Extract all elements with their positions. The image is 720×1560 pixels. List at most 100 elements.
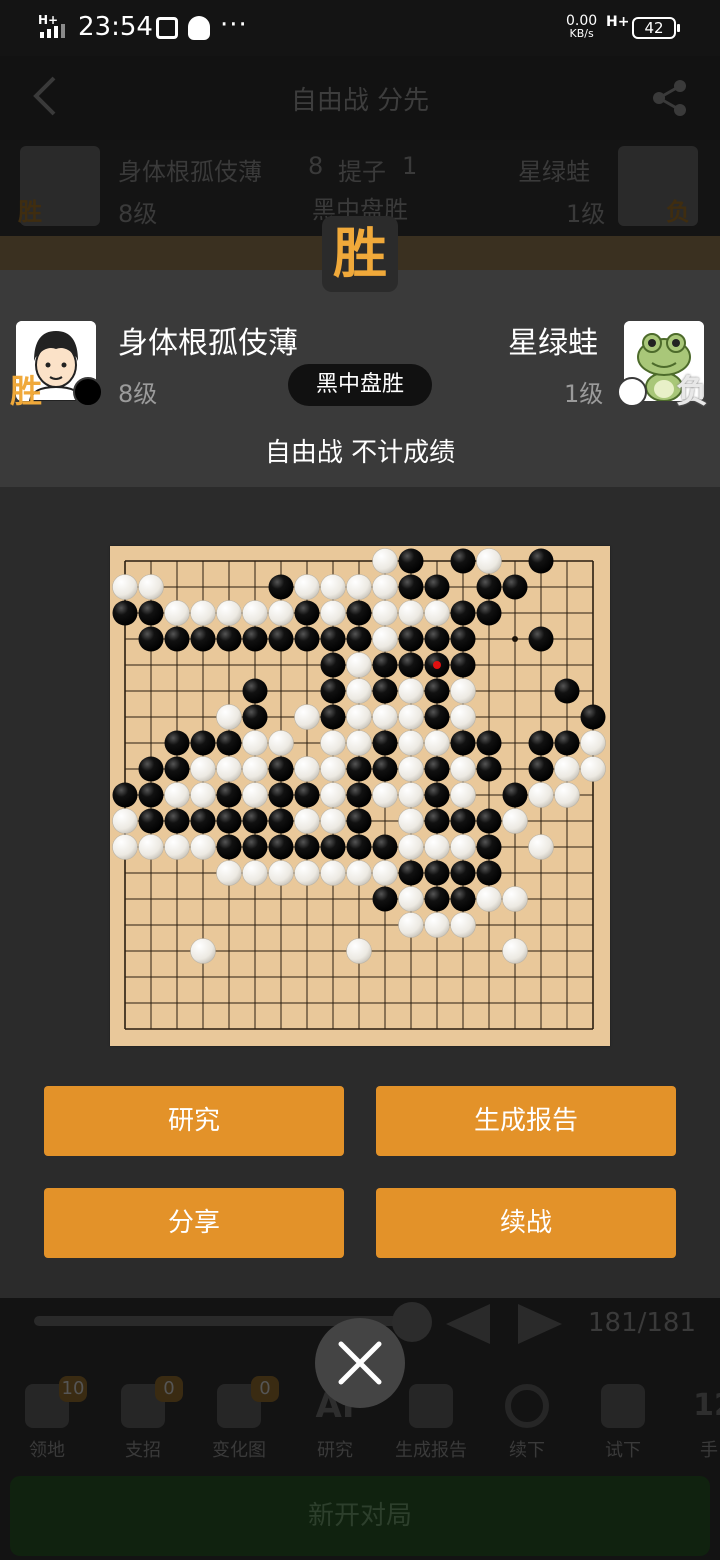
tool-variation[interactable]: 0 变化图 <box>199 1376 279 1462</box>
network-type-2: H+ <box>606 14 630 30</box>
white-stone <box>320 860 346 886</box>
black-stone <box>476 600 502 626</box>
black-stone <box>346 600 372 626</box>
last-move-marker <box>433 661 441 669</box>
try-icon <box>601 1384 645 1428</box>
white-stone <box>164 834 190 860</box>
black-stone <box>216 834 242 860</box>
black-stone <box>320 834 346 860</box>
result-tag: 胜 <box>18 198 42 226</box>
white-stone <box>138 834 164 860</box>
player-rank: 1级 <box>566 200 606 228</box>
white-stone <box>190 834 216 860</box>
white-stone <box>398 912 424 938</box>
black-stone <box>398 626 424 652</box>
tool-try[interactable]: 试下 <box>583 1378 663 1462</box>
black-stone <box>216 782 242 808</box>
tool-continue[interactable]: 续下 <box>487 1378 567 1462</box>
prev-move-icon[interactable] <box>446 1304 490 1344</box>
page-title: 自由战 分先 <box>290 86 430 116</box>
white-stone <box>242 860 268 886</box>
black-stone <box>164 730 190 756</box>
white-stone <box>450 834 476 860</box>
white-stone <box>398 730 424 756</box>
white-stone <box>216 860 242 886</box>
black-stone <box>190 808 216 834</box>
black-stone <box>112 600 138 626</box>
black-stone <box>580 704 606 730</box>
black-stone <box>216 730 242 756</box>
white-stone <box>398 834 424 860</box>
variation-icon: 0 <box>217 1376 279 1428</box>
black-stone <box>294 834 320 860</box>
black-stone <box>528 626 554 652</box>
tool-territory[interactable]: 10 领地 <box>7 1376 87 1462</box>
white-stone <box>294 574 320 600</box>
black-stone-icon <box>73 377 103 407</box>
study-button[interactable]: 研究 <box>44 1086 344 1156</box>
tool-hint[interactable]: 0 支招 <box>103 1376 183 1462</box>
white-stone <box>294 860 320 886</box>
black-stone <box>450 652 476 678</box>
black-stone <box>398 574 424 600</box>
result-header: 胜 身体根孤伎薄 8级 黑中盘胜 星绿蛙 1级 负 自由战 不计成绩 <box>0 270 720 487</box>
black-stone <box>268 808 294 834</box>
black-stone <box>138 808 164 834</box>
black-stone <box>164 626 190 652</box>
black-stone <box>450 860 476 886</box>
black-stone <box>424 808 450 834</box>
white-stone <box>502 886 528 912</box>
white-stone <box>112 574 138 600</box>
new-game-button[interactable]: 新开对局 <box>10 1476 710 1556</box>
white-stone <box>398 678 424 704</box>
continue-icon <box>505 1384 549 1428</box>
black-stone <box>528 730 554 756</box>
result-badge: 黑中盘胜 <box>288 364 432 406</box>
black-stone <box>450 730 476 756</box>
black-stone <box>554 730 580 756</box>
black-stone <box>242 704 268 730</box>
tool-move-number[interactable]: 12 手 <box>670 1378 720 1462</box>
loser-tag: 负 <box>676 372 709 410</box>
white-stone <box>242 600 268 626</box>
black-stone <box>502 574 528 600</box>
generate-report-button[interactable]: 生成报告 <box>376 1086 676 1156</box>
white-stone <box>268 600 294 626</box>
black-stone <box>372 834 398 860</box>
white-stone <box>424 730 450 756</box>
network-speed: 0.00 KB/s <box>566 13 598 40</box>
white-stone <box>372 548 398 574</box>
white-stone <box>112 834 138 860</box>
battery-icon: 42 <box>632 17 680 39</box>
white-stone <box>164 600 190 626</box>
white-stone-icon <box>617 377 647 407</box>
continue-battle-button[interactable]: 续战 <box>376 1188 676 1258</box>
white-stone <box>528 782 554 808</box>
white-stone <box>476 886 502 912</box>
black-stone <box>216 626 242 652</box>
close-button[interactable] <box>315 1318 405 1408</box>
white-stone <box>528 834 554 860</box>
black-stone <box>424 626 450 652</box>
white-stone <box>398 704 424 730</box>
black-stone <box>190 730 216 756</box>
more-notifications-icon: ··· <box>220 10 248 40</box>
report-icon <box>409 1384 453 1428</box>
black-stone <box>320 678 346 704</box>
captures-label: 提子 <box>338 158 386 186</box>
result-dialog: 胜 身体根孤伎薄 8级 黑中盘胜 星绿蛙 1级 负 自由战 不计成绩 研究 生成… <box>0 270 720 1298</box>
white-stone <box>450 678 476 704</box>
app-bar: 自由战 分先 <box>0 56 720 140</box>
white-stone <box>346 860 372 886</box>
white-stone <box>216 600 242 626</box>
black-stone <box>190 626 216 652</box>
share-icon[interactable] <box>650 78 690 118</box>
black-stone <box>554 678 580 704</box>
hint-icon: 0 <box>121 1376 183 1428</box>
share-button[interactable]: 分享 <box>44 1188 344 1258</box>
black-stone <box>502 782 528 808</box>
qq-penguin-icon <box>188 16 210 40</box>
white-stone <box>450 704 476 730</box>
black-stone <box>138 756 164 782</box>
next-move-icon[interactable] <box>518 1304 562 1344</box>
